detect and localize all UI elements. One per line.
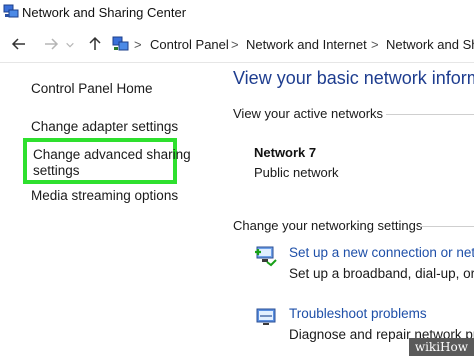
page-title: View your basic network informa [233,68,474,88]
breadcrumb-separator: > [231,37,239,52]
setup-connection-description: Set up a broadband, dial-up, or [289,266,474,281]
sidebar-change-adapter-settings[interactable]: Change adapter settings [31,119,178,134]
arrow-up-icon[interactable] [86,35,104,53]
breadcrumb-separator: > [371,37,379,52]
sidebar-item-label: Change advanced sharing [33,147,191,162]
network-name: Network 7 [254,145,317,160]
wikihow-watermark: wikiHow [408,338,474,356]
chevron-down-icon[interactable] [64,36,76,54]
sidebar-item-label: settings [33,163,80,178]
control-panel-icon [112,34,130,52]
arrow-left-icon[interactable] [10,35,28,53]
troubleshoot-problems-link[interactable]: Troubleshoot problems [289,306,427,321]
breadcrumb-separator: > [134,37,142,52]
breadcrumb-network-sharing[interactable]: Network and Sh [386,37,474,52]
sidebar-control-panel-home[interactable]: Control Panel Home [31,81,153,96]
change-settings-heading: Change your networking settings [233,218,423,233]
section-divider [386,114,474,115]
active-networks-heading: View your active networks [233,106,384,121]
title-bar: Network and Sharing Center [0,0,474,26]
window-title: Network and Sharing Center [22,5,187,20]
arrow-right-icon[interactable] [42,35,60,53]
navigation-bar: > Control Panel > Network and Internet >… [0,26,474,63]
section-divider [420,226,474,227]
network-center-icon [3,3,19,19]
sidebar-change-advanced-sharing[interactable]: Change advanced sharing settings [23,138,191,184]
sidebar-media-streaming-options[interactable]: Media streaming options [31,188,178,203]
network-type-link[interactable]: Public network [254,165,339,180]
new-connection-icon[interactable] [254,243,278,267]
breadcrumb-network-internet[interactable]: Network and Internet [246,37,367,52]
setup-connection-link[interactable]: Set up a new connection or netwo [289,245,474,260]
breadcrumb-control-panel[interactable]: Control Panel [150,37,229,52]
troubleshoot-icon[interactable] [254,305,278,329]
